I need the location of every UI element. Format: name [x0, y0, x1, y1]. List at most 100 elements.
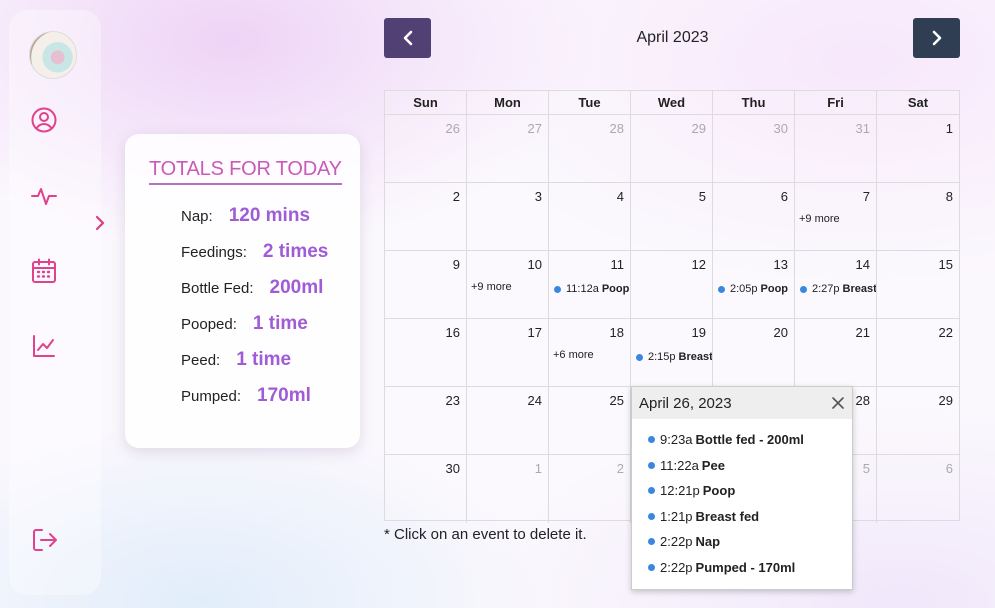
day-cell[interactable]: 30 — [385, 455, 467, 523]
day-number[interactable]: 5 — [699, 189, 706, 204]
avatar[interactable] — [29, 31, 77, 79]
day-number[interactable]: 21 — [856, 325, 870, 340]
more-events-link[interactable]: +9 more — [799, 213, 840, 225]
day-number[interactable]: 17 — [528, 325, 542, 340]
activity-icon[interactable] — [30, 182, 58, 210]
day-number[interactable]: 2 — [617, 461, 624, 476]
day-cell[interactable]: 8 — [877, 183, 959, 251]
day-cell[interactable]: 3 — [467, 183, 549, 251]
day-number[interactable]: 18 — [610, 325, 624, 340]
more-events-link[interactable]: +9 more — [471, 281, 512, 293]
day-cell[interactable]: 11 11:12a Poop — [549, 251, 631, 319]
day-number[interactable]: 25 — [610, 393, 624, 408]
day-number[interactable]: 24 — [528, 393, 542, 408]
day-cell[interactable]: 20 — [713, 319, 795, 387]
day-number[interactable]: 29 — [939, 393, 953, 408]
user-circle-icon[interactable] — [30, 106, 58, 134]
day-number[interactable]: 30 — [774, 121, 788, 136]
day-number[interactable]: 9 — [453, 257, 460, 272]
chevron-right-icon[interactable] — [92, 214, 108, 232]
day-cell[interactable]: 19 2:15pBreast fed — [631, 319, 713, 387]
day-number[interactable]: 20 — [774, 325, 788, 340]
day-number[interactable]: 15 — [939, 257, 953, 272]
day-number[interactable]: 1 — [535, 461, 542, 476]
calendar-icon[interactable] — [30, 257, 58, 285]
day-number[interactable]: 1 — [946, 121, 953, 136]
day-cell[interactable]: 2 — [549, 455, 631, 523]
day-number[interactable]: 7 — [863, 189, 870, 204]
day-cell[interactable]: 1 — [877, 115, 959, 183]
day-number[interactable]: 16 — [446, 325, 460, 340]
day-number[interactable]: 2 — [453, 189, 460, 204]
day-cell[interactable]: 10 +9 more — [467, 251, 549, 319]
day-cell[interactable]: 16 — [385, 319, 467, 387]
totals-row-peed: Peed: 1 time — [181, 349, 291, 371]
day-cell[interactable]: 22 — [877, 319, 959, 387]
day-number[interactable]: 11 — [611, 257, 625, 272]
day-cell[interactable]: 1 — [467, 455, 549, 523]
day-cell[interactable]: 6 — [713, 183, 795, 251]
day-cell[interactable]: 29 — [877, 387, 959, 455]
day-cell[interactable]: 4 — [549, 183, 631, 251]
day-cell[interactable]: 13 2:05p Poop — [713, 251, 795, 319]
day-cell[interactable]: 17 — [467, 319, 549, 387]
calendar-event[interactable]: 2:05p Poop — [718, 283, 788, 295]
day-cell[interactable]: 14 2:27pBreast fed — [795, 251, 877, 319]
day-number[interactable]: 4 — [617, 189, 624, 204]
calendar-event[interactable]: 2:15pBreast fed — [636, 351, 712, 363]
day-number[interactable]: 27 — [528, 121, 542, 136]
day-number[interactable]: 19 — [692, 325, 706, 340]
day-cell[interactable]: 12 — [631, 251, 713, 319]
day-number[interactable]: 28 — [856, 393, 870, 408]
day-cell[interactable]: 31 — [795, 115, 877, 183]
day-cell[interactable]: 27 — [467, 115, 549, 183]
day-cell[interactable]: 24 — [467, 387, 549, 455]
day-cell[interactable]: 30 — [713, 115, 795, 183]
popover-event[interactable]: 11:22a Pee — [648, 453, 852, 479]
day-cell[interactable]: 6 — [877, 455, 959, 523]
line-chart-icon[interactable] — [30, 332, 58, 360]
logout-icon[interactable] — [30, 526, 58, 554]
day-cell[interactable]: 23 — [385, 387, 467, 455]
day-cell[interactable]: 29 — [631, 115, 713, 183]
day-cell[interactable]: 21 — [795, 319, 877, 387]
day-number[interactable]: 8 — [946, 189, 953, 204]
popover-title: April 26, 2023 — [639, 394, 732, 412]
calendar-event[interactable]: 2:27pBreast fed — [800, 283, 876, 295]
day-number[interactable]: 3 — [535, 189, 542, 204]
day-cell[interactable]: 7 +9 more — [795, 183, 877, 251]
day-number[interactable]: 26 — [446, 121, 460, 136]
day-number[interactable]: 14 — [856, 257, 870, 272]
close-icon[interactable] — [830, 395, 846, 411]
popover-event[interactable]: 2:22p Pumped - 170ml — [648, 555, 852, 581]
day-cell[interactable]: 18 +6 more — [549, 319, 631, 387]
day-number[interactable]: 28 — [610, 121, 624, 136]
day-number[interactable]: 22 — [939, 325, 953, 340]
day-number[interactable]: 13 — [774, 257, 788, 272]
day-cell[interactable]: 5 — [631, 183, 713, 251]
day-cell[interactable]: 28 — [549, 115, 631, 183]
more-events-link[interactable]: +6 more — [553, 349, 594, 361]
day-cell[interactable]: 26 — [385, 115, 467, 183]
next-month-button[interactable] — [913, 18, 960, 58]
prev-month-button[interactable] — [384, 18, 431, 58]
day-number[interactable]: 6 — [946, 461, 953, 476]
popover-event[interactable]: 12:21p Poop — [648, 478, 852, 504]
day-number[interactable]: 10 — [528, 257, 542, 272]
popover-event[interactable]: 1:21p Breast fed — [648, 504, 852, 530]
day-number[interactable]: 12 — [692, 257, 706, 272]
day-number[interactable]: 30 — [446, 461, 460, 476]
day-cell[interactable]: 25 — [549, 387, 631, 455]
day-cell[interactable]: 15 — [877, 251, 959, 319]
popover-event-list: 9:23a Bottle fed - 200ml 11:22a Pee 12:21p Po… — [632, 419, 852, 580]
calendar-event[interactable]: 11:12a Poop — [554, 283, 629, 295]
day-number[interactable]: 29 — [692, 121, 706, 136]
day-cell[interactable]: 2 — [385, 183, 467, 251]
day-number[interactable]: 31 — [856, 121, 870, 136]
day-number[interactable]: 23 — [446, 393, 460, 408]
popover-event[interactable]: 2:22p Nap — [648, 529, 852, 555]
day-number[interactable]: 6 — [781, 189, 788, 204]
popover-event[interactable]: 9:23a Bottle fed - 200ml — [648, 427, 852, 453]
day-number[interactable]: 5 — [863, 461, 870, 476]
day-cell[interactable]: 9 — [385, 251, 467, 319]
